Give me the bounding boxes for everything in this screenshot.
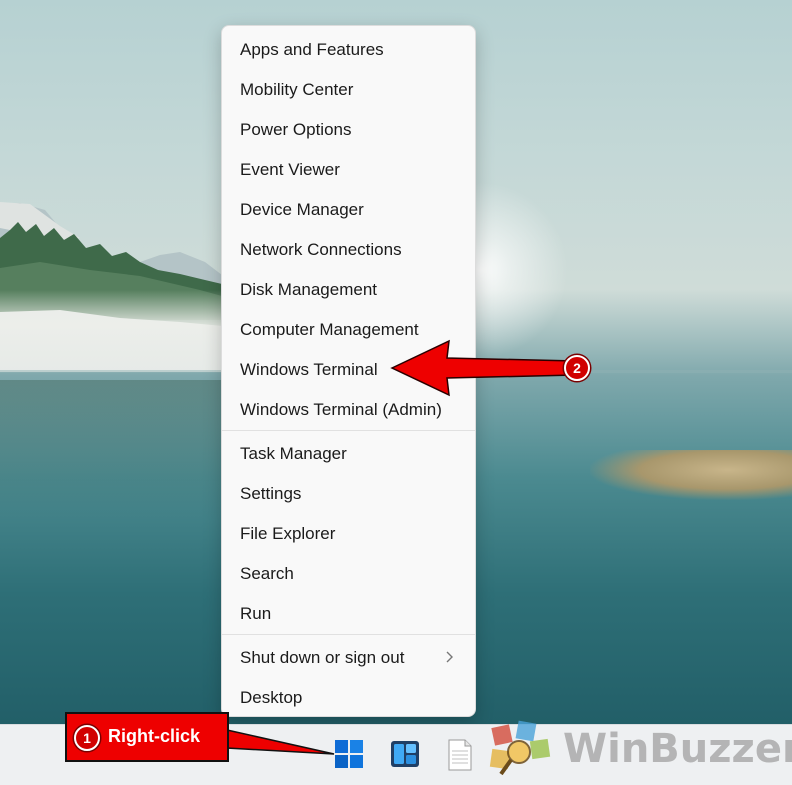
menu-item-task-manager[interactable]: Task Manager bbox=[222, 434, 475, 474]
step-2-badge: 2 bbox=[564, 355, 590, 381]
menu-item-disk-management[interactable]: Disk Management bbox=[222, 270, 475, 310]
menu-item-shut-down-or-sign-out[interactable]: Shut down or sign out bbox=[222, 638, 475, 678]
menu-item-computer-management[interactable]: Computer Management bbox=[222, 310, 475, 350]
menu-item-label: Search bbox=[240, 564, 294, 583]
menu-item-label: Task Manager bbox=[240, 444, 347, 463]
menu-item-label: Disk Management bbox=[240, 280, 378, 299]
widgets-icon[interactable] bbox=[390, 739, 420, 769]
menu-item-label: File Explorer bbox=[240, 524, 336, 543]
winx-context-menu: Apps and Features Mobility Center Power … bbox=[221, 25, 476, 717]
wallpaper-reflection bbox=[0, 380, 230, 520]
menu-item-label: Run bbox=[240, 604, 272, 623]
watermark-text: WinBuzzer bbox=[563, 726, 792, 772]
menu-item-label: Apps and Features bbox=[240, 40, 384, 59]
notepad-icon[interactable] bbox=[447, 739, 473, 771]
menu-item-label: Windows Terminal bbox=[240, 360, 378, 379]
menu-item-mobility-center[interactable]: Mobility Center bbox=[222, 70, 475, 110]
step-1-badge: 1 bbox=[74, 725, 100, 751]
menu-item-label: Power Options bbox=[240, 120, 352, 139]
menu-item-run[interactable]: Run bbox=[222, 594, 475, 634]
menu-item-network-connections[interactable]: Network Connections bbox=[222, 230, 475, 270]
menu-item-label: Network Connections bbox=[240, 240, 402, 259]
menu-item-label: Event Viewer bbox=[240, 160, 340, 179]
wallpaper-sandbar bbox=[590, 450, 792, 500]
winbuzzer-watermark: WinBuzzer bbox=[487, 718, 792, 780]
menu-item-label: Mobility Center bbox=[240, 80, 354, 99]
menu-item-apps-and-features[interactable]: Apps and Features bbox=[222, 30, 475, 70]
menu-item-windows-terminal-admin[interactable]: Windows Terminal (Admin) bbox=[222, 390, 475, 430]
menu-item-power-options[interactable]: Power Options bbox=[222, 110, 475, 150]
right-click-callout: 1 Right-click bbox=[65, 712, 229, 762]
menu-item-label: Device Manager bbox=[240, 200, 364, 219]
menu-item-windows-terminal[interactable]: Windows Terminal bbox=[222, 350, 475, 390]
menu-separator bbox=[222, 430, 475, 431]
winbuzzer-logo-icon bbox=[489, 720, 551, 776]
menu-item-label: Shut down or sign out bbox=[240, 648, 405, 667]
menu-item-search[interactable]: Search bbox=[222, 554, 475, 594]
menu-separator bbox=[222, 634, 475, 635]
menu-item-event-viewer[interactable]: Event Viewer bbox=[222, 150, 475, 190]
menu-item-file-explorer[interactable]: File Explorer bbox=[222, 514, 475, 554]
callout-label: Right-click bbox=[108, 726, 201, 746]
menu-item-label: Computer Management bbox=[240, 320, 419, 339]
menu-item-device-manager[interactable]: Device Manager bbox=[222, 190, 475, 230]
start-icon[interactable] bbox=[334, 739, 364, 769]
chevron-right-icon bbox=[446, 651, 453, 663]
menu-item-label: Windows Terminal (Admin) bbox=[240, 400, 442, 419]
menu-item-label: Settings bbox=[240, 484, 302, 503]
menu-item-label: Desktop bbox=[240, 688, 303, 707]
menu-item-settings[interactable]: Settings bbox=[222, 474, 475, 514]
menu-item-desktop[interactable]: Desktop bbox=[222, 678, 475, 718]
